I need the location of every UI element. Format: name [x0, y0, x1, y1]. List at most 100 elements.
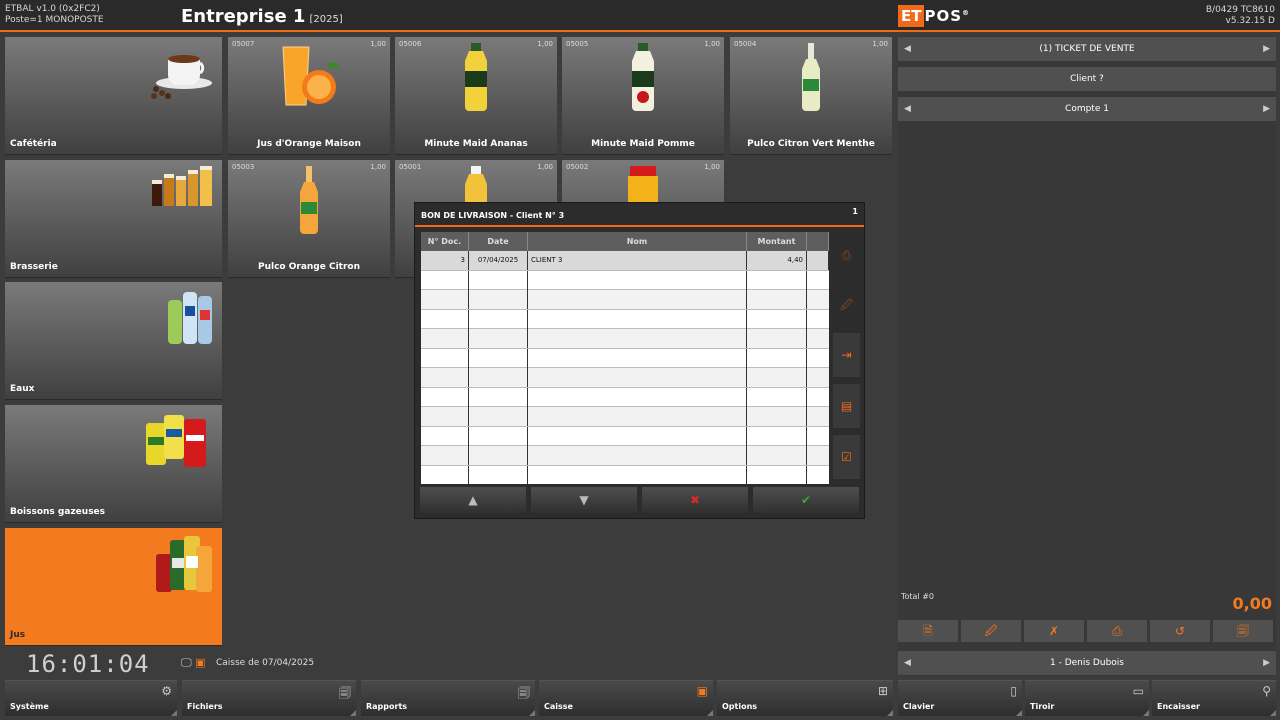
category-brasserie[interactable]: Brasserie	[5, 160, 222, 278]
ticket-doc-button[interactable]: 🗎	[898, 620, 958, 642]
chevron-left-icon[interactable]: ◀	[904, 97, 911, 121]
category-label: Eaux	[10, 384, 35, 394]
systeme-button[interactable]: ⚙ Système	[5, 680, 177, 716]
table-row[interactable]	[421, 387, 829, 407]
compte-selector[interactable]: ◀ Compte 1 ▶	[898, 97, 1276, 121]
chevron-left-icon[interactable]: ◀	[904, 651, 911, 675]
table-row[interactable]	[421, 329, 829, 349]
product-code: 05007	[232, 40, 255, 48]
product-minute-maid-pomme[interactable]: 05005 1,00 Minute Maid Pomme	[562, 37, 724, 155]
clock: 16:01:04	[26, 650, 150, 678]
table-row[interactable]	[421, 407, 829, 427]
column-header-date[interactable]: Date	[469, 232, 528, 251]
cancel-button[interactable]: ✖	[642, 487, 748, 513]
fichiers-button[interactable]: 🗐 Fichiers	[182, 680, 356, 716]
company-title: Entreprise 1 [2025]	[181, 6, 343, 27]
clavier-button[interactable]: ▯ Clavier	[898, 680, 1022, 716]
ticket-return-button[interactable]: ↺	[1150, 620, 1210, 642]
chevron-left-icon[interactable]: ◀	[904, 37, 911, 61]
operator-selector[interactable]: ◀ 1 - Denis Dubois ▶	[898, 651, 1276, 675]
beer-glasses-icon	[152, 166, 212, 206]
lime-bottle-icon	[802, 43, 820, 111]
category-label: Cafétéria	[10, 139, 57, 149]
soda-cans-icon	[146, 415, 206, 467]
gear-icon: ⚙	[161, 684, 172, 698]
side-invoice-button[interactable]: ▤	[833, 384, 860, 428]
table-row[interactable]	[421, 426, 829, 446]
app-name: ETBAL v1.0 (0x2FC2)	[5, 4, 100, 14]
product-pulco-orange-citron[interactable]: 05003 1,00 Pulco Orange Citron	[228, 160, 390, 278]
category-eaux[interactable]: Eaux	[5, 282, 222, 400]
version-label: v5.32.15 D	[1225, 16, 1275, 26]
etpos-logo: ET POS®	[898, 5, 969, 27]
tiroir-button[interactable]: ▭ Tiroir	[1025, 680, 1149, 716]
product-qty: 1,00	[872, 40, 888, 48]
side-print-button[interactable]: ⎙	[833, 233, 860, 277]
scroll-up-button[interactable]: ▲	[420, 487, 526, 513]
side-export-button[interactable]: ⇥	[833, 333, 860, 377]
ticket-cancel-button[interactable]: ✗	[1024, 620, 1084, 642]
table-row[interactable]	[421, 446, 829, 466]
arrow-up-icon: ▲	[468, 493, 478, 507]
register-icon: ▣	[195, 656, 206, 669]
category-label: Brasserie	[10, 262, 58, 272]
chevron-right-icon[interactable]: ▶	[1263, 37, 1270, 61]
chevron-right-icon[interactable]: ▶	[1263, 97, 1270, 121]
return-doc-icon: ↺	[1174, 624, 1186, 638]
encaisser-button[interactable]: ⚲ Encaisser	[1152, 680, 1276, 716]
product-minute-maid-ananas[interactable]: 05006 1,00 Minute Maid Ananas	[395, 37, 557, 155]
cancel-doc-icon: ✗	[1048, 624, 1060, 638]
rapports-button[interactable]: 🗐 Rapports	[361, 680, 535, 716]
table-row[interactable]	[421, 465, 829, 484]
close-icon: ✖	[689, 493, 701, 507]
options-button[interactable]: ⊞ Options	[717, 680, 893, 716]
arrow-down-icon: ▼	[579, 493, 589, 507]
apple-bottle-icon	[632, 43, 654, 111]
ticket-copy-button[interactable]: 🗐	[1213, 620, 1273, 642]
table-row[interactable]	[421, 290, 829, 310]
edit-doc-icon: 🖉	[984, 624, 998, 638]
orange-juice-glass-icon	[282, 46, 339, 106]
ticket-selector[interactable]: ◀ (1) TICKET DE VENTE ▶	[898, 37, 1276, 61]
product-label: Pulco Citron Vert Menthe	[747, 139, 875, 149]
table-row[interactable]	[421, 348, 829, 368]
invoice-doc-icon: ▤	[840, 399, 853, 413]
delivery-table: N° Doc. Date Nom Montant 3 07/04/2025 CL…	[421, 232, 829, 484]
copy-doc-icon: 🗐	[1237, 624, 1249, 638]
side-edit-button[interactable]: 🖉	[833, 283, 860, 327]
ticket-print-button[interactable]: ⎙	[1087, 620, 1147, 642]
category-boissons-gazeuses[interactable]: Boissons gazeuses	[5, 405, 222, 523]
cashier-icon: ⚲	[1262, 684, 1271, 698]
column-header-montant[interactable]: Montant	[747, 232, 807, 251]
product-label: Minute Maid Ananas	[424, 139, 528, 149]
scroll-down-button[interactable]: ▼	[531, 487, 637, 513]
dialog-title-bar: BON DE LIVRAISON - Client N° 3 1	[415, 203, 864, 227]
product-qty: 1,00	[537, 40, 553, 48]
register-icon: ▣	[696, 684, 708, 698]
table-row[interactable]	[421, 270, 829, 290]
ticket-edit-button[interactable]: 🖉	[961, 620, 1021, 642]
column-header-nom[interactable]: Nom	[528, 232, 747, 251]
category-label: Boissons gazeuses	[10, 507, 106, 517]
category-jus[interactable]: Jus	[5, 528, 222, 646]
caisse-button[interactable]: ▣ Caisse	[539, 680, 713, 716]
printer-icon: ⎙	[841, 248, 852, 262]
column-header-extra	[807, 232, 829, 251]
ticket-panel: ◀ (1) TICKET DE VENTE ▶ Client ? ◀ Compt…	[898, 36, 1276, 676]
category-cafeteria[interactable]: Cafétéria	[5, 37, 222, 155]
total-amount: 0,00	[1232, 594, 1272, 613]
side-validate-doc-button[interactable]: ☑	[833, 435, 860, 479]
product-jus-orange-maison[interactable]: 05007 1,00 Jus d'Orange Maison	[228, 37, 390, 155]
product-code: 05003	[232, 163, 255, 171]
product-code: 05005	[566, 40, 589, 48]
table-row[interactable]	[421, 368, 829, 388]
column-header-doc[interactable]: N° Doc.	[421, 232, 469, 251]
reports-icon: 🗐	[518, 686, 530, 700]
table-row[interactable]: 3 07/04/2025 CLIENT 3 4,40	[421, 251, 829, 271]
confirm-button[interactable]: ✔	[753, 487, 859, 513]
client-selector[interactable]: Client ?	[898, 67, 1276, 91]
table-row[interactable]	[421, 309, 829, 329]
product-pulco-citron-vert-menthe[interactable]: 05004 1,00 Pulco Citron Vert Menthe	[730, 37, 892, 155]
chevron-right-icon[interactable]: ▶	[1263, 651, 1270, 675]
files-icon: 🗐	[339, 686, 351, 700]
